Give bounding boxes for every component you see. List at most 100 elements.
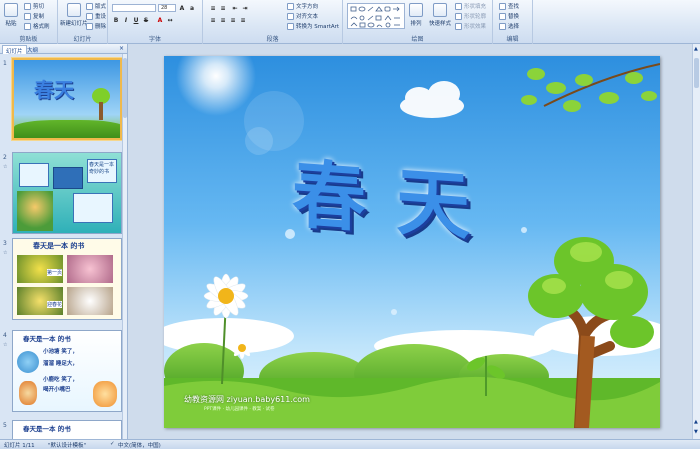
paste-button[interactable]: 粘贴	[4, 3, 18, 27]
italic-icon[interactable]: I	[122, 16, 130, 24]
status-theme: "默认设计模板"	[48, 443, 87, 449]
shape-fill-button[interactable]: 形状填充	[455, 2, 486, 10]
align-right-icon[interactable]: ≡	[229, 16, 237, 24]
drawing-group: 排列 快速样式 形状填充 形状轮廓 形状效果 绘图	[343, 0, 493, 44]
shapes-gallery-icons	[350, 6, 400, 28]
thumb-4-line3: 小鹿吃 笑了，	[43, 377, 78, 383]
replace-icon	[499, 12, 506, 20]
font-color-icon[interactable]: A	[156, 16, 164, 24]
bullets-icon[interactable]: ≡	[209, 4, 217, 12]
thumb-4-line4: 喝开小嘴巴	[43, 387, 71, 393]
slide-number-3: 3	[3, 240, 7, 247]
slide-title[interactable]: 春天	[292, 135, 500, 257]
spellcheck-icon[interactable]: ✓	[110, 441, 115, 447]
reset-button[interactable]: 重设	[86, 12, 106, 20]
outline-icon	[455, 12, 462, 20]
replace-button[interactable]: 替换	[499, 12, 519, 20]
layout-button[interactable]: 版式	[86, 2, 106, 10]
grow-font-icon[interactable]: A	[178, 4, 186, 12]
status-bar: 幻灯片 1/11 "默认设计模板" ✓ 中文(简体，中国)	[0, 439, 700, 449]
numbering-icon[interactable]: ≡	[219, 4, 227, 12]
slide-4-animation-icon: ☆	[3, 342, 8, 348]
slide-2-animation-icon: ☆	[3, 164, 8, 170]
slide-thumbnail-4[interactable]: 春天是一本 的书 小池塘 笑了， 溜溜 睡足大， 小鹿吃 笑了， 喝开小嘴巴	[12, 330, 122, 412]
slides-pane: 幻灯片 大纲 × 1 春天 2 ☆ 春天是一本奇妙的书 3 ☆ 春天是一本 的书…	[0, 44, 128, 439]
canvas-prev-slide-icon[interactable]: ▲	[694, 419, 698, 425]
sun-glow	[176, 56, 256, 116]
paragraph-label: 段落	[266, 36, 279, 43]
slide-1-edit-view[interactable]: 春天 幼教资源网 ziyuan.baby611.com PPT课件 · 幼儿园课…	[164, 56, 660, 428]
canvas-next-slide-icon[interactable]: ▼	[694, 429, 698, 435]
pane-scrollbar[interactable]	[122, 54, 127, 439]
copy-button[interactable]: 复制	[24, 12, 44, 20]
thumb-3-caption-a: 第一页	[47, 269, 63, 276]
thumb-1-grass	[14, 120, 120, 138]
thumb-4-title: 春天是一本 的书	[23, 335, 71, 343]
format-painter-button[interactable]: 格式刷	[24, 22, 50, 30]
align-center-icon[interactable]: ≡	[219, 16, 227, 24]
slide-thumbnail-1[interactable]: 春天	[12, 58, 122, 140]
strikethrough-icon[interactable]: S	[142, 16, 150, 24]
increase-indent-icon[interactable]: ⇥	[241, 4, 249, 12]
font-group: 28 A a B I U S A ↔ 字体	[108, 0, 203, 44]
slide-thumbnail-5[interactable]: 春天是一本 的书	[12, 420, 122, 439]
font-size-combo[interactable]: 28	[158, 4, 176, 12]
delete-slide-button[interactable]: 删除	[86, 22, 106, 30]
thumb-1-trunk	[99, 102, 103, 120]
text-direction-icon	[287, 2, 294, 10]
smartart-icon	[287, 22, 294, 30]
thumb-3-title: 春天是一本 的书	[33, 242, 85, 250]
underline-icon[interactable]: U	[132, 16, 140, 24]
new-slide-button[interactable]: 新建幻灯片	[60, 3, 88, 27]
font-label: 字体	[148, 36, 161, 43]
align-text-button[interactable]: 对齐文本	[287, 12, 318, 20]
char-spacing-icon[interactable]: ↔	[166, 16, 174, 24]
editing-label: 编辑	[506, 36, 519, 43]
scissors-icon	[24, 2, 31, 10]
thumb-5-title: 春天是一本 的书	[23, 425, 71, 433]
thumb-3-photo-b	[67, 255, 113, 283]
paste-icon	[4, 3, 18, 17]
quick-styles-button[interactable]: 快速样式	[429, 3, 451, 27]
slides-group: 新建幻灯片 版式 重设 删除 幻灯片	[58, 0, 108, 44]
slide-thumbnail-2[interactable]: 春天是一本奇妙的书	[12, 152, 122, 234]
slide-thumbnail-3[interactable]: 春天是一本 的书 第一页 迎春花	[12, 238, 122, 320]
tab-outline[interactable]: 大纲	[24, 45, 41, 54]
shapes-gallery[interactable]	[347, 3, 405, 29]
canvas-scroll-thumb[interactable]	[694, 58, 699, 88]
justify-icon[interactable]: ≡	[239, 16, 247, 24]
align-left-icon[interactable]: ≡	[209, 16, 217, 24]
select-button[interactable]: 选择	[499, 22, 519, 30]
shape-outline-button[interactable]: 形状轮廓	[455, 12, 486, 20]
shape-effects-button[interactable]: 形状效果	[455, 22, 486, 30]
find-button[interactable]: 查找	[499, 2, 519, 10]
text-direction-button[interactable]: 文字方向	[287, 2, 318, 10]
drawing-label: 绘图	[411, 36, 424, 43]
font-name-combo[interactable]	[112, 4, 156, 12]
effects-icon	[455, 22, 462, 30]
slide-number-2: 2	[3, 154, 7, 161]
shrink-font-icon[interactable]: a	[188, 4, 196, 12]
thumb-2-card-c	[73, 193, 113, 223]
new-slide-icon	[66, 3, 81, 17]
bold-icon[interactable]: B	[112, 16, 120, 24]
pane-scrollbar-thumb[interactable]	[123, 58, 127, 118]
arrange-icon	[409, 3, 423, 17]
thumb-4-line2: 溜溜 睡足大，	[43, 361, 78, 367]
thumb-2-girl	[17, 191, 53, 231]
tab-slides[interactable]: 幻灯片	[2, 45, 27, 55]
close-pane-icon[interactable]: ×	[119, 45, 124, 52]
smartart-button[interactable]: 转换为 SmartArt	[287, 22, 339, 30]
arrange-button[interactable]: 排列	[409, 3, 423, 27]
find-icon	[499, 2, 506, 10]
status-slide-count: 幻灯片 1/11	[4, 443, 35, 449]
select-icon	[499, 22, 506, 30]
canvas-scroll-up-icon[interactable]: ▲	[694, 46, 698, 52]
slide-number-4: 4	[3, 332, 7, 339]
thumb-2-card-b	[53, 167, 83, 189]
thumb-4-child	[93, 381, 117, 407]
decrease-indent-icon[interactable]: ⇤	[231, 4, 239, 12]
slide-number-1: 1	[3, 60, 7, 67]
cut-button[interactable]: 剪切	[24, 2, 44, 10]
canvas-scrollbar[interactable]: ▲ ▲ ▼	[692, 44, 700, 439]
